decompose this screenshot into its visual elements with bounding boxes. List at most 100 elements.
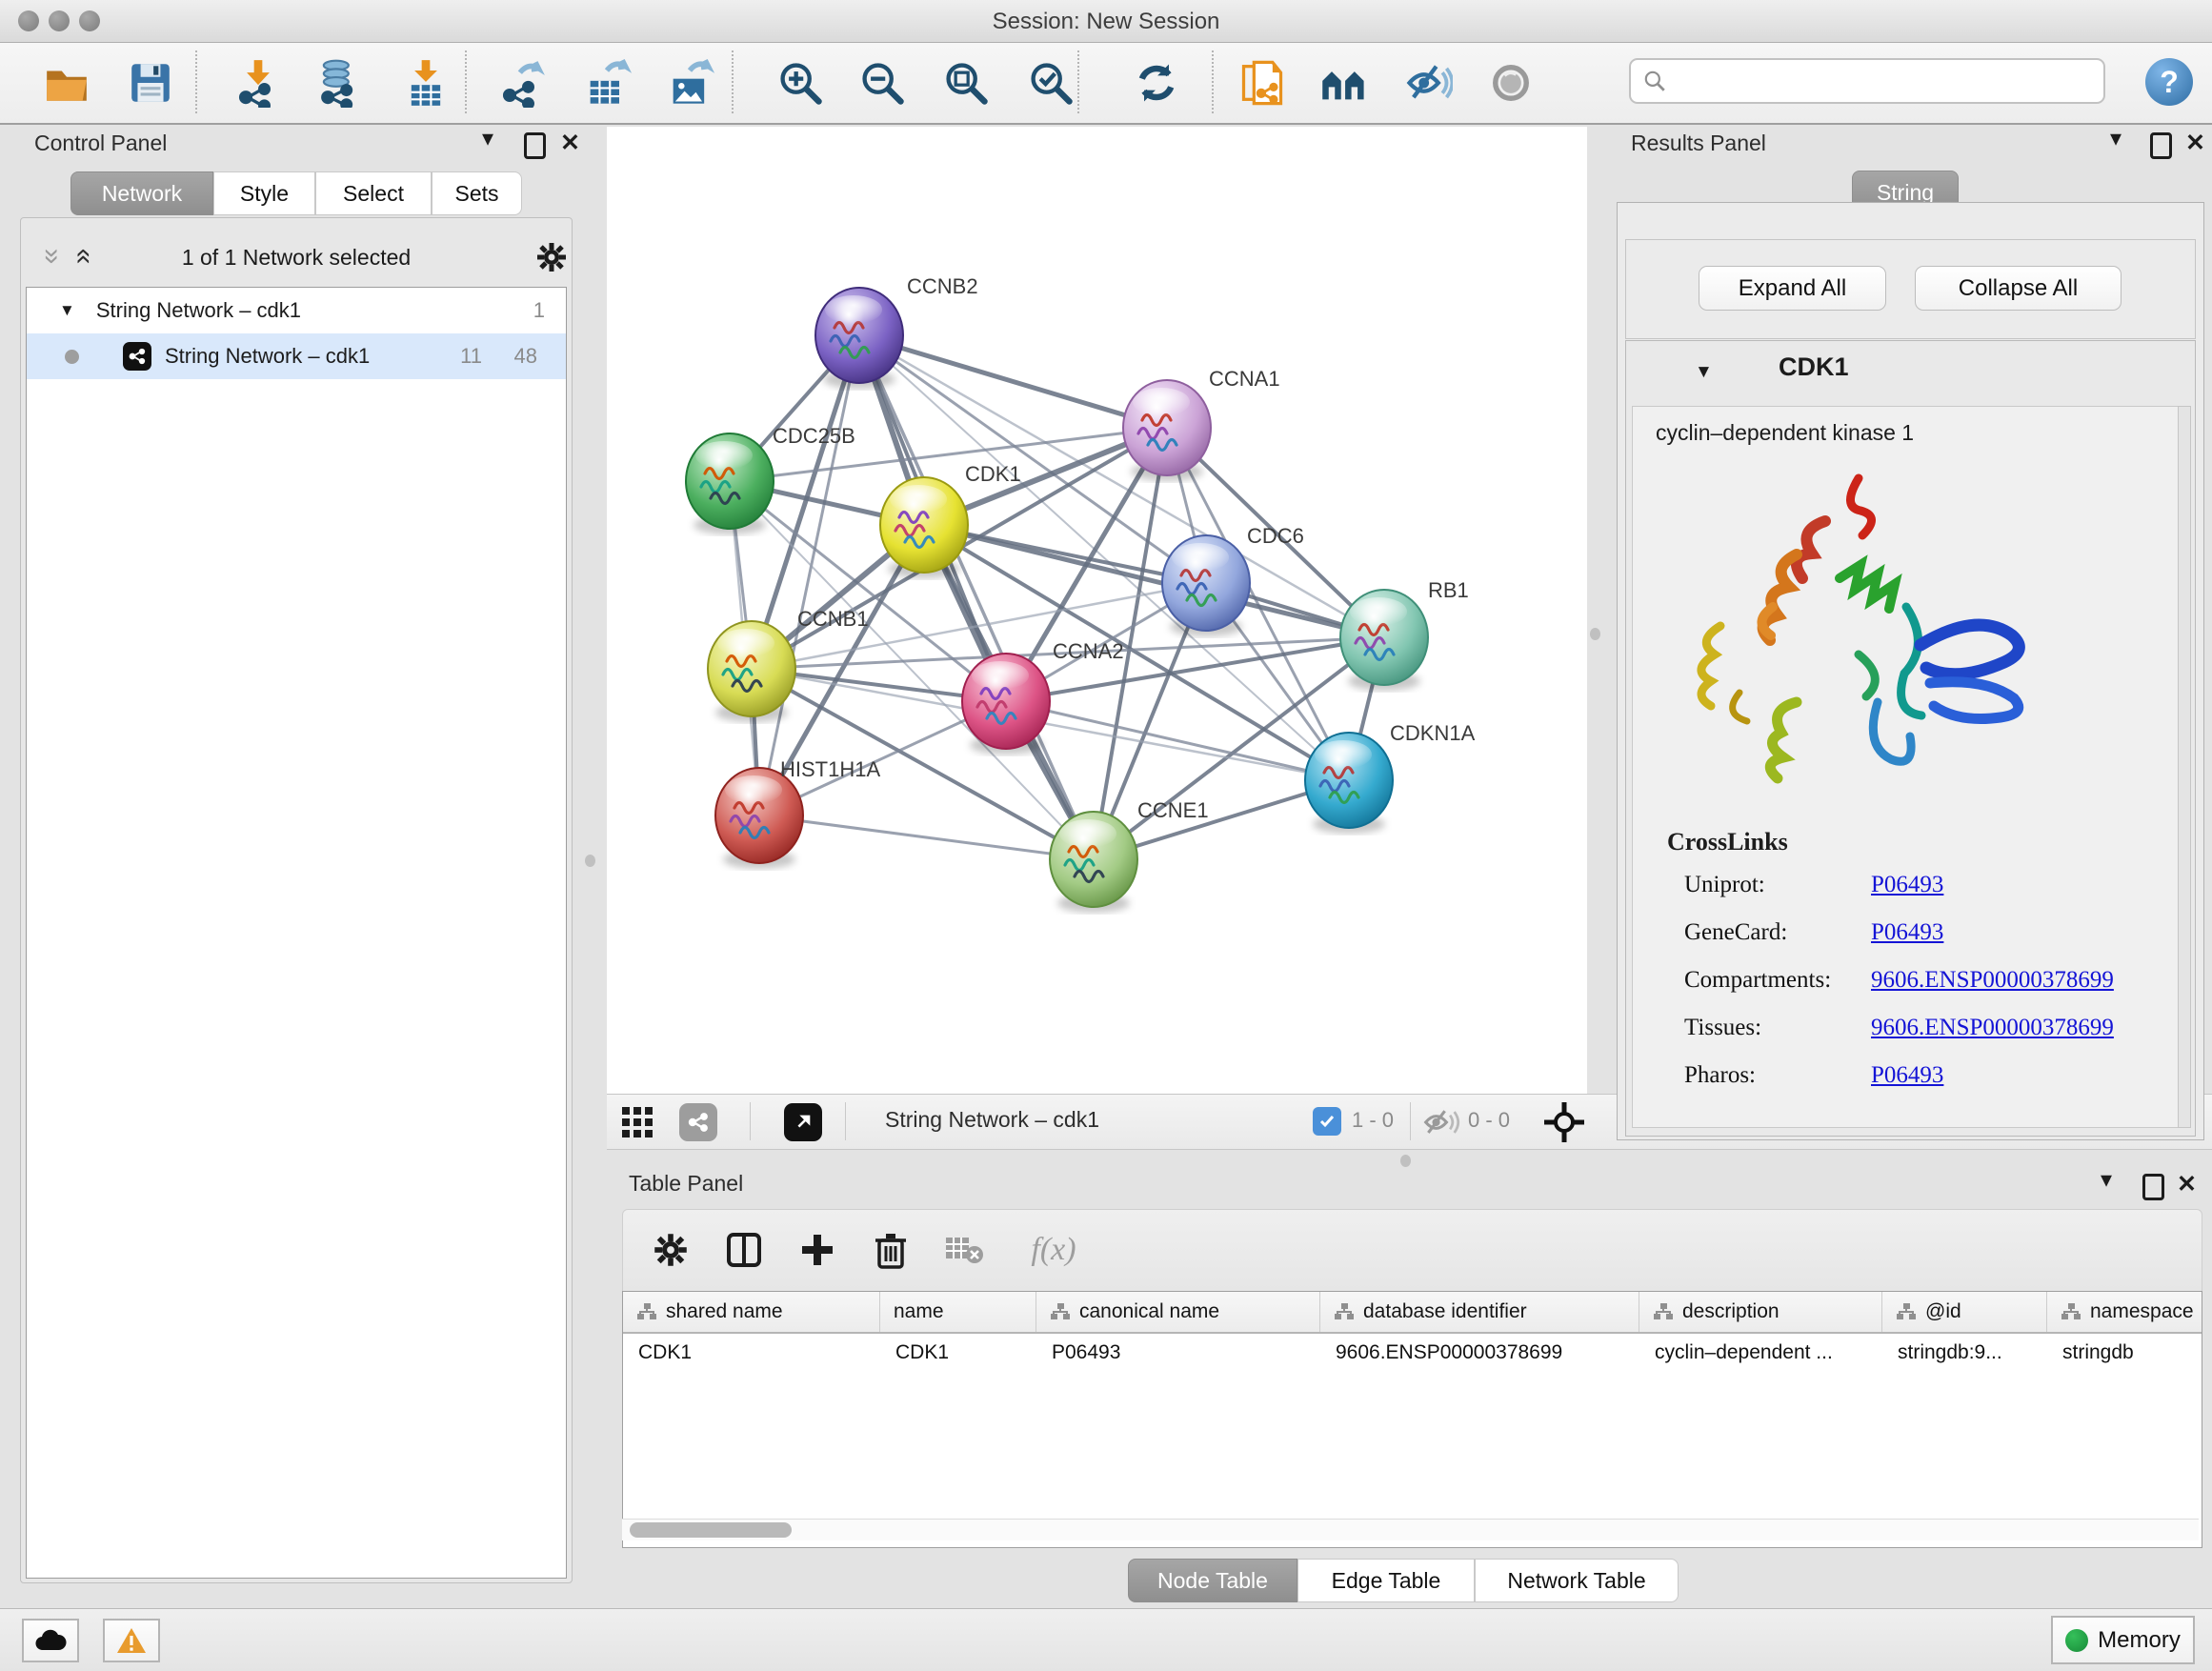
table-horizontal-scrollbar[interactable] <box>622 1519 2199 1540</box>
column-header-namespace[interactable]: namespace <box>2047 1292 2202 1332</box>
import-table-file-button[interactable] <box>401 58 451 108</box>
first-neighbors-button[interactable] <box>1319 58 1369 108</box>
control-panel-menu-caret[interactable] <box>482 125 493 152</box>
table-cell[interactable]: CDK1 <box>880 1334 1036 1372</box>
network-view-canvas[interactable]: CCNB2CCNA1CDC25BCDK1CDC6RB1CCNB1CCNA2CDK… <box>607 127 1587 1094</box>
expand-all-button[interactable]: Expand All <box>1699 266 1886 311</box>
table-cell[interactable]: CDK1 <box>623 1334 880 1372</box>
scrollbar-thumb[interactable] <box>630 1522 792 1538</box>
node-CCNA1[interactable]: CCNA1 <box>1123 367 1280 481</box>
left-splitter-handle[interactable] <box>585 855 595 867</box>
zoom-selected-button[interactable] <box>1026 58 1076 108</box>
crosslink-value-link[interactable]: P06493 <box>1871 919 1943 946</box>
column-header-name[interactable]: name <box>880 1292 1036 1332</box>
table-cell[interactable]: 9606.ENSP00000378699 <box>1320 1334 1639 1372</box>
network-collection-row[interactable]: ▼ String Network – cdk1 1 <box>27 288 566 333</box>
table-options-button[interactable] <box>644 1223 697 1277</box>
section-expander-icon[interactable]: ▼ <box>1695 362 1713 383</box>
network-row-selected[interactable]: String Network – cdk1 11 48 <box>27 333 566 379</box>
tab-node-table[interactable]: Node Table <box>1128 1559 1297 1602</box>
save-session-button[interactable] <box>126 58 175 108</box>
crosslink-value-link[interactable]: P06493 <box>1871 872 1943 898</box>
table-cell[interactable]: cyclin–dependent ... <box>1639 1334 1882 1372</box>
cloud-button[interactable] <box>22 1619 79 1662</box>
function-builder-button[interactable]: f(x) <box>1011 1223 1096 1277</box>
column-header-@id[interactable]: @id <box>1882 1292 2047 1332</box>
node-HIST1H1A[interactable]: HIST1H1A <box>715 757 880 869</box>
right-splitter-handle[interactable] <box>1590 628 1600 640</box>
results-panel-close-button[interactable] <box>2185 129 2205 157</box>
column-header-database-identifier[interactable]: database identifier <box>1320 1292 1639 1332</box>
table-cell[interactable]: stringdb <box>2047 1334 2202 1372</box>
network-type-toggle-icon[interactable] <box>679 1103 717 1141</box>
node-CDKN1A[interactable]: CDKN1A <box>1305 721 1476 834</box>
memory-status-dot <box>2065 1629 2088 1652</box>
export-image-icon <box>665 58 714 108</box>
fit-content-crosshair-icon[interactable] <box>1542 1100 1586 1144</box>
column-header-shared-name[interactable]: shared name <box>623 1292 880 1332</box>
table-row[interactable]: CDK1CDK1P064939606.ENSP00000378699cyclin… <box>623 1334 2202 1372</box>
open-session-button[interactable] <box>42 58 91 108</box>
crosslink-value-link[interactable]: 9606.ENSP00000378699 <box>1871 967 2114 994</box>
edge-CCNA2-CDKN1A[interactable] <box>1006 701 1349 780</box>
column-header-label: database identifier <box>1363 1300 1527 1323</box>
birdseye-view-toggle[interactable] <box>784 1103 822 1141</box>
crosslink-value-link[interactable]: P06493 <box>1871 1062 1943 1089</box>
results-panel-menu-caret[interactable] <box>2110 125 2122 152</box>
collection-expander-icon[interactable]: ▼ <box>59 301 75 320</box>
create-column-button[interactable] <box>791 1223 844 1277</box>
memory-button[interactable]: Memory <box>2051 1616 2195 1664</box>
edge-CCNB2-CCNE1[interactable] <box>859 335 1094 859</box>
export-network-button[interactable] <box>497 58 547 108</box>
node-table[interactable]: shared namenamecanonical name database id… <box>622 1291 2202 1548</box>
show-columns-button[interactable] <box>717 1223 771 1277</box>
edge-CCNB2-CCNA1[interactable] <box>859 335 1167 428</box>
duplicate-attributes-button[interactable] <box>1237 58 1287 108</box>
selected-checkbox-icon[interactable] <box>1313 1107 1341 1136</box>
export-table-button[interactable] <box>582 58 632 108</box>
search-input[interactable] <box>1667 68 2103 94</box>
search-box[interactable] <box>1629 58 2105 104</box>
table-panel-menu-caret[interactable] <box>2101 1166 2112 1194</box>
edge-CDK1-RB1[interactable] <box>924 525 1384 637</box>
grid-view-icon[interactable] <box>620 1105 654 1139</box>
table-panel-float-button[interactable] <box>2142 1174 2164 1200</box>
edge-CCNB2-HIST1H1A[interactable] <box>759 335 859 815</box>
crosslink-value-link[interactable]: 9606.ENSP00000378699 <box>1871 1015 2114 1041</box>
help-button[interactable] <box>2145 58 2193 106</box>
results-scrollbar[interactable] <box>2178 406 2191 1128</box>
table-panel-close-button[interactable] <box>2177 1170 2197 1198</box>
import-network-file-button[interactable] <box>233 58 283 108</box>
tab-select[interactable]: Select <box>315 171 432 215</box>
zoom-out-button[interactable] <box>857 58 907 108</box>
tab-sets[interactable]: Sets <box>432 171 522 215</box>
tab-style[interactable]: Style <box>213 171 315 215</box>
warnings-button[interactable] <box>103 1619 160 1662</box>
control-panel-float-button[interactable] <box>524 132 546 159</box>
column-header-description[interactable]: description <box>1639 1292 1882 1332</box>
show-all-button[interactable] <box>1486 58 1536 108</box>
string-network-graph[interactable]: CCNB2CCNA1CDC25BCDK1CDC6RB1CCNB1CCNA2CDK… <box>607 127 1587 1094</box>
node-CCNB2[interactable]: CCNB2 <box>815 274 978 389</box>
delete-column-button[interactable] <box>864 1223 917 1277</box>
control-panel-close-button[interactable] <box>560 129 580 157</box>
tab-network-table[interactable]: Network Table <box>1475 1559 1679 1602</box>
tab-network[interactable]: Network <box>70 171 213 215</box>
zoom-in-button[interactable] <box>775 58 825 108</box>
node-CDK1[interactable]: CDK1 <box>880 462 1021 578</box>
node-RB1[interactable]: RB1 <box>1340 578 1469 691</box>
delete-table-button[interactable] <box>937 1223 991 1277</box>
refresh-button[interactable] <box>1132 58 1181 108</box>
network-options-gear-icon[interactable] <box>535 241 568 273</box>
zoom-fit-button[interactable] <box>941 58 991 108</box>
hide-selected-button[interactable] <box>1403 58 1453 108</box>
tab-edge-table[interactable]: Edge Table <box>1297 1559 1475 1602</box>
import-network-database-button[interactable] <box>313 58 363 108</box>
table-cell[interactable]: P06493 <box>1036 1334 1320 1372</box>
column-header-canonical-name[interactable]: canonical name <box>1036 1292 1320 1332</box>
export-image-button[interactable] <box>665 58 714 108</box>
table-cell[interactable]: stringdb:9... <box>1882 1334 2047 1372</box>
collapse-all-button[interactable]: Collapse All <box>1915 266 2122 311</box>
results-panel-float-button[interactable] <box>2150 132 2172 159</box>
edge-HIST1H1A-CCNE1[interactable] <box>759 815 1094 859</box>
